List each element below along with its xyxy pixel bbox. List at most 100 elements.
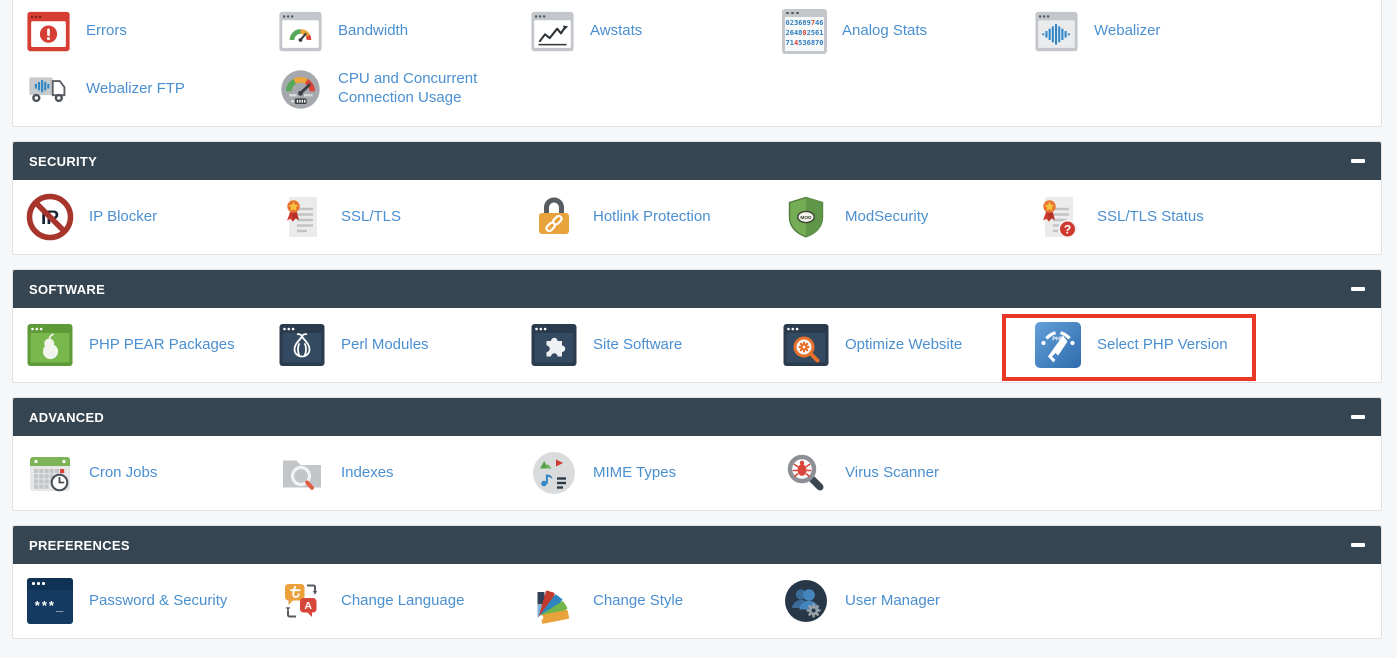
stats-panel-body: Errors Bandwidth bbox=[13, 0, 1381, 126]
item-label: Password & Security bbox=[89, 592, 227, 611]
item-change-style[interactable]: Change Style bbox=[530, 577, 782, 625]
php-pear-packages-icon bbox=[26, 321, 74, 369]
virus-scanner-icon bbox=[782, 449, 830, 497]
security-panel: SECURITY IP IP Blocker bbox=[12, 141, 1382, 255]
section-title: SECURITY bbox=[29, 154, 97, 169]
item-label: ModSecurity bbox=[845, 208, 928, 227]
item-errors[interactable]: Errors bbox=[26, 8, 278, 54]
collapse-icon[interactable] bbox=[1351, 159, 1365, 163]
item-label: Site Software bbox=[593, 336, 682, 355]
security-panel-header: SECURITY bbox=[13, 142, 1381, 180]
item-optimize-website[interactable]: Optimize Website bbox=[782, 321, 1034, 369]
item-label: Webalizer FTP bbox=[86, 80, 185, 99]
item-label: Cron Jobs bbox=[89, 464, 157, 483]
advanced-panel-header: ADVANCED bbox=[13, 398, 1381, 436]
item-analog-stats[interactable]: 023689746 264802561 714536870 Analog Sta… bbox=[782, 8, 1034, 54]
item-webalizer[interactable]: Webalizer bbox=[1034, 8, 1286, 54]
item-site-software[interactable]: Site Software bbox=[530, 321, 782, 369]
item-label: User Manager bbox=[845, 592, 940, 611]
webalizer-icon bbox=[1034, 9, 1079, 54]
optimize-website-icon bbox=[782, 321, 830, 369]
item-bandwidth[interactable]: Bandwidth bbox=[278, 8, 530, 54]
ip-blocker-icon: IP bbox=[26, 193, 74, 241]
webalizer-ftp-icon bbox=[26, 67, 71, 112]
modsecurity-badge-text: MOD bbox=[800, 215, 812, 221]
item-awstats[interactable]: Awstats bbox=[530, 8, 782, 54]
perl-modules-icon bbox=[278, 321, 326, 369]
item-label: Perl Modules bbox=[341, 336, 429, 355]
cpu-min-label: MIN bbox=[289, 92, 296, 97]
item-label: Webalizer bbox=[1094, 22, 1160, 41]
ssl-tls-status-icon: ? bbox=[1034, 193, 1082, 241]
collapse-icon[interactable] bbox=[1351, 415, 1365, 419]
item-label: IP Blocker bbox=[89, 208, 157, 227]
item-hotlink-protection[interactable]: Hotlink Protection bbox=[530, 193, 782, 241]
item-label: Hotlink Protection bbox=[593, 208, 711, 227]
item-php-pear-packages[interactable]: PHP PEAR Packages bbox=[26, 321, 278, 369]
collapse-icon[interactable] bbox=[1351, 287, 1365, 291]
software-panel-body: PHP PEAR Packages Perl Modules bbox=[13, 308, 1381, 382]
section-title: ADVANCED bbox=[29, 410, 104, 425]
password-glyphs: ***_ bbox=[27, 590, 73, 624]
stats-panel: Errors Bandwidth bbox=[12, 0, 1382, 127]
item-label: PHP PEAR Packages bbox=[89, 336, 235, 355]
analog-digits-row: 714536870 bbox=[786, 39, 824, 49]
software-panel: SOFTWARE PHP PEAR Packages bbox=[12, 269, 1382, 383]
hotlink-protection-icon bbox=[530, 193, 578, 241]
cron-jobs-icon bbox=[26, 449, 74, 497]
item-user-manager[interactable]: User Manager bbox=[782, 577, 1034, 625]
item-label: Virus Scanner bbox=[845, 464, 939, 483]
analog-digits-row: 023689746 bbox=[786, 19, 824, 29]
item-label: SSL/TLS Status bbox=[1097, 208, 1204, 227]
bandwidth-icon bbox=[278, 9, 323, 54]
collapse-icon[interactable] bbox=[1351, 543, 1365, 547]
site-software-icon bbox=[530, 321, 578, 369]
item-password-security[interactable]: ***_ Password & Security bbox=[26, 577, 278, 625]
select-php-version-icon: PHP bbox=[1034, 321, 1082, 369]
item-mime-types[interactable]: MIME Types bbox=[530, 449, 782, 497]
awstats-icon bbox=[530, 9, 575, 54]
item-perl-modules[interactable]: Perl Modules bbox=[278, 321, 530, 369]
item-modsecurity[interactable]: MOD ModSecurity bbox=[782, 193, 1034, 241]
preferences-panel: PREFERENCES ***_ Password & Security bbox=[12, 525, 1382, 639]
item-ssl-tls[interactable]: SSL/TLS bbox=[278, 193, 530, 241]
software-panel-header: SOFTWARE bbox=[13, 270, 1381, 308]
item-label: Awstats bbox=[590, 22, 642, 41]
item-label: Change Language bbox=[341, 592, 464, 611]
ssl-tls-icon bbox=[278, 193, 326, 241]
item-label: Optimize Website bbox=[845, 336, 962, 355]
section-title: PREFERENCES bbox=[29, 538, 130, 553]
item-change-language[interactable]: A Change Language bbox=[278, 577, 530, 625]
advanced-panel: ADVANCED bbox=[12, 397, 1382, 511]
preferences-panel-header: PREFERENCES bbox=[13, 526, 1381, 564]
security-panel-body: IP IP Blocker SSL/TLS bbox=[13, 180, 1381, 254]
item-webalizer-ftp[interactable]: Webalizer FTP bbox=[26, 66, 278, 112]
ssl-status-badge-text: ? bbox=[1064, 222, 1071, 236]
preferences-panel-body: ***_ Password & Security bbox=[13, 564, 1381, 638]
item-label: Errors bbox=[86, 22, 127, 41]
cpu-max-label: MAX bbox=[304, 92, 313, 97]
password-security-icon: ***_ bbox=[26, 577, 74, 625]
item-label: MIME Types bbox=[593, 464, 676, 483]
analog-digits-row: 264802561 bbox=[786, 29, 824, 39]
item-ssl-tls-status[interactable]: ? SSL/TLS Status bbox=[1034, 193, 1286, 241]
item-label: Bandwidth bbox=[338, 22, 408, 41]
item-virus-scanner[interactable]: Virus Scanner bbox=[782, 449, 1034, 497]
errors-icon bbox=[26, 9, 71, 54]
item-indexes[interactable]: Indexes bbox=[278, 449, 530, 497]
user-manager-icon bbox=[782, 577, 830, 625]
change-language-icon: A bbox=[278, 577, 326, 625]
advanced-panel-body: Cron Jobs Indexes bbox=[13, 436, 1381, 510]
item-label: CPU and Concurrent Connection Usage bbox=[338, 70, 518, 108]
item-cron-jobs[interactable]: Cron Jobs bbox=[26, 449, 278, 497]
item-cpu-usage[interactable]: MIN MAX CPU and Concurrent Connection Us… bbox=[278, 66, 530, 112]
language-secondary-glyph: A bbox=[304, 600, 312, 612]
item-label: Analog Stats bbox=[842, 22, 927, 41]
mime-types-icon bbox=[530, 449, 578, 497]
item-label: Select PHP Version bbox=[1097, 336, 1228, 355]
item-label: Change Style bbox=[593, 592, 683, 611]
item-ip-blocker[interactable]: IP IP Blocker bbox=[26, 193, 278, 241]
cpu-usage-icon: MIN MAX bbox=[278, 67, 323, 112]
section-title: SOFTWARE bbox=[29, 282, 105, 297]
item-select-php-version[interactable]: PHP Select PHP Version bbox=[1034, 321, 1286, 369]
